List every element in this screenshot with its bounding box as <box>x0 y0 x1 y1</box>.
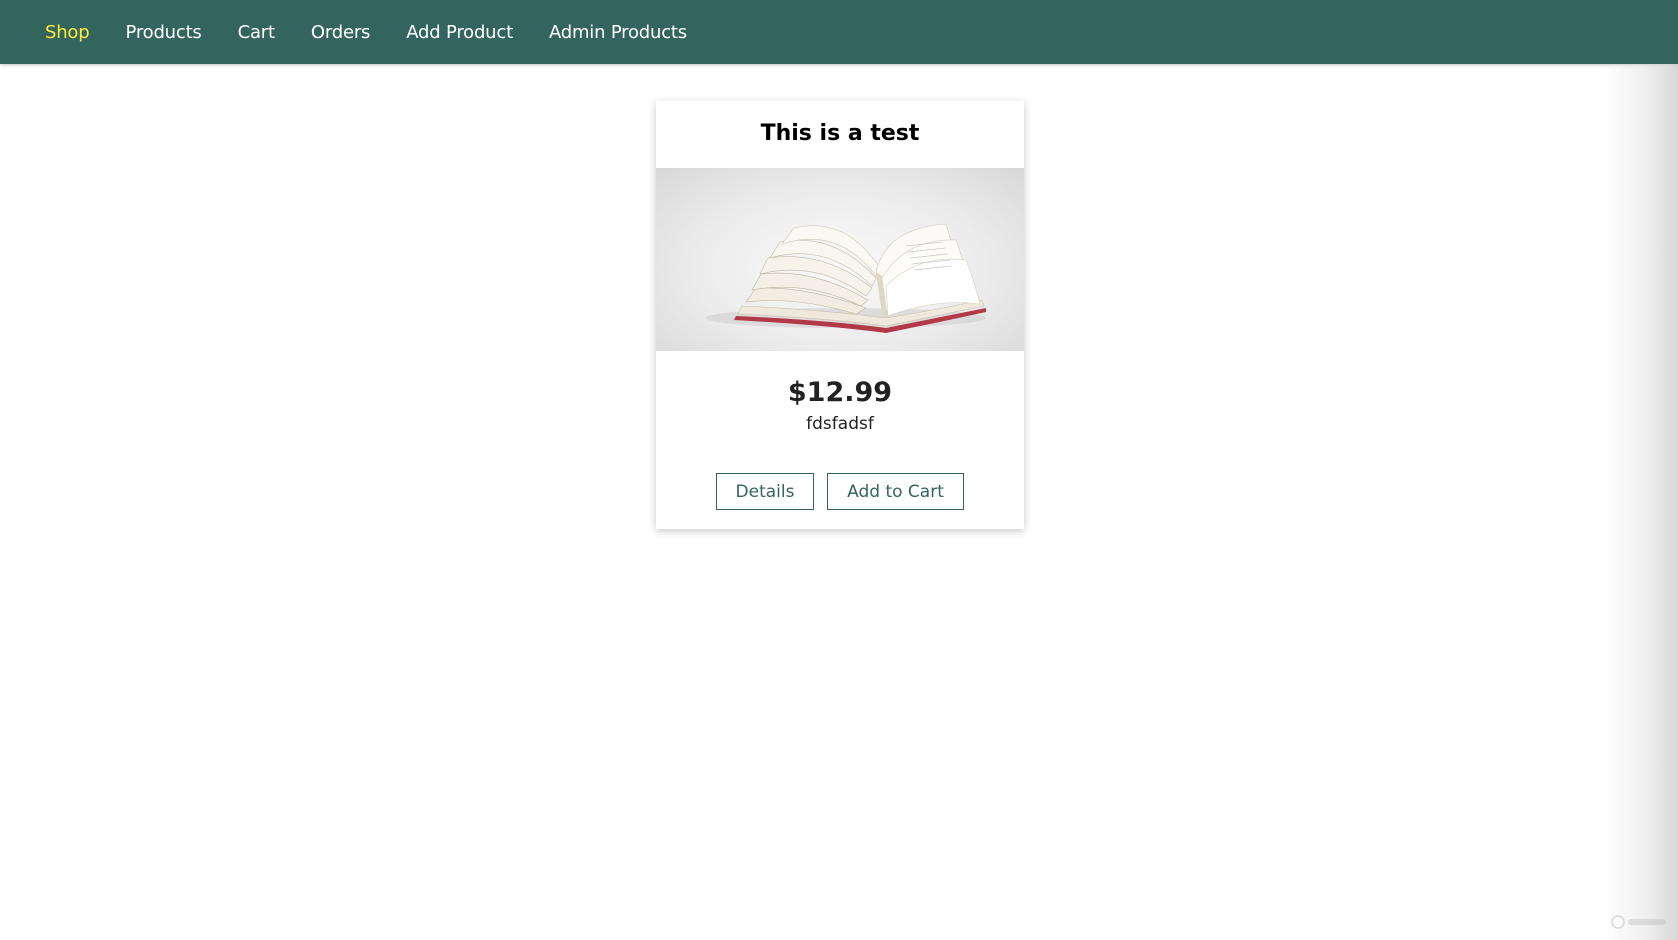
nav-link-shop[interactable]: Shop <box>45 22 90 43</box>
product-description: fdsfadsf <box>806 414 874 434</box>
nav-item-add-product: Add Product <box>406 0 513 64</box>
right-edge-shadow <box>1603 64 1678 940</box>
open-book-illustration <box>706 223 986 333</box>
product-price: $12.99 <box>787 377 893 408</box>
nav-link-add-product[interactable]: Add Product <box>406 22 513 43</box>
product-image <box>656 168 1024 351</box>
watermark-logo-icon <box>1611 915 1666 929</box>
card-actions: Details Add to Cart <box>656 473 1024 510</box>
nav-link-products[interactable]: Products <box>125 22 201 43</box>
product-card: This is a test $12.99 fdsfadsf Details A… <box>656 101 1024 529</box>
details-button[interactable]: Details <box>716 473 814 510</box>
nav-item-products: Products <box>125 0 201 64</box>
product-title: This is a test <box>760 121 920 146</box>
nav-item-admin-products: Admin Products <box>549 0 687 64</box>
nav-list: Shop Products Cart Orders Add Product Ad… <box>45 0 723 64</box>
nav-link-admin-products[interactable]: Admin Products <box>549 22 687 43</box>
nav-link-cart[interactable]: Cart <box>238 22 275 43</box>
main-header: Shop Products Cart Orders Add Product Ad… <box>0 0 1678 64</box>
nav-item-orders: Orders <box>311 0 371 64</box>
main-nav: Shop Products Cart Orders Add Product Ad… <box>45 0 723 64</box>
nav-link-orders[interactable]: Orders <box>311 22 371 43</box>
nav-item-cart: Cart <box>238 0 275 64</box>
nav-item-shop: Shop <box>45 0 90 64</box>
add-to-cart-button[interactable]: Add to Cart <box>827 473 964 510</box>
